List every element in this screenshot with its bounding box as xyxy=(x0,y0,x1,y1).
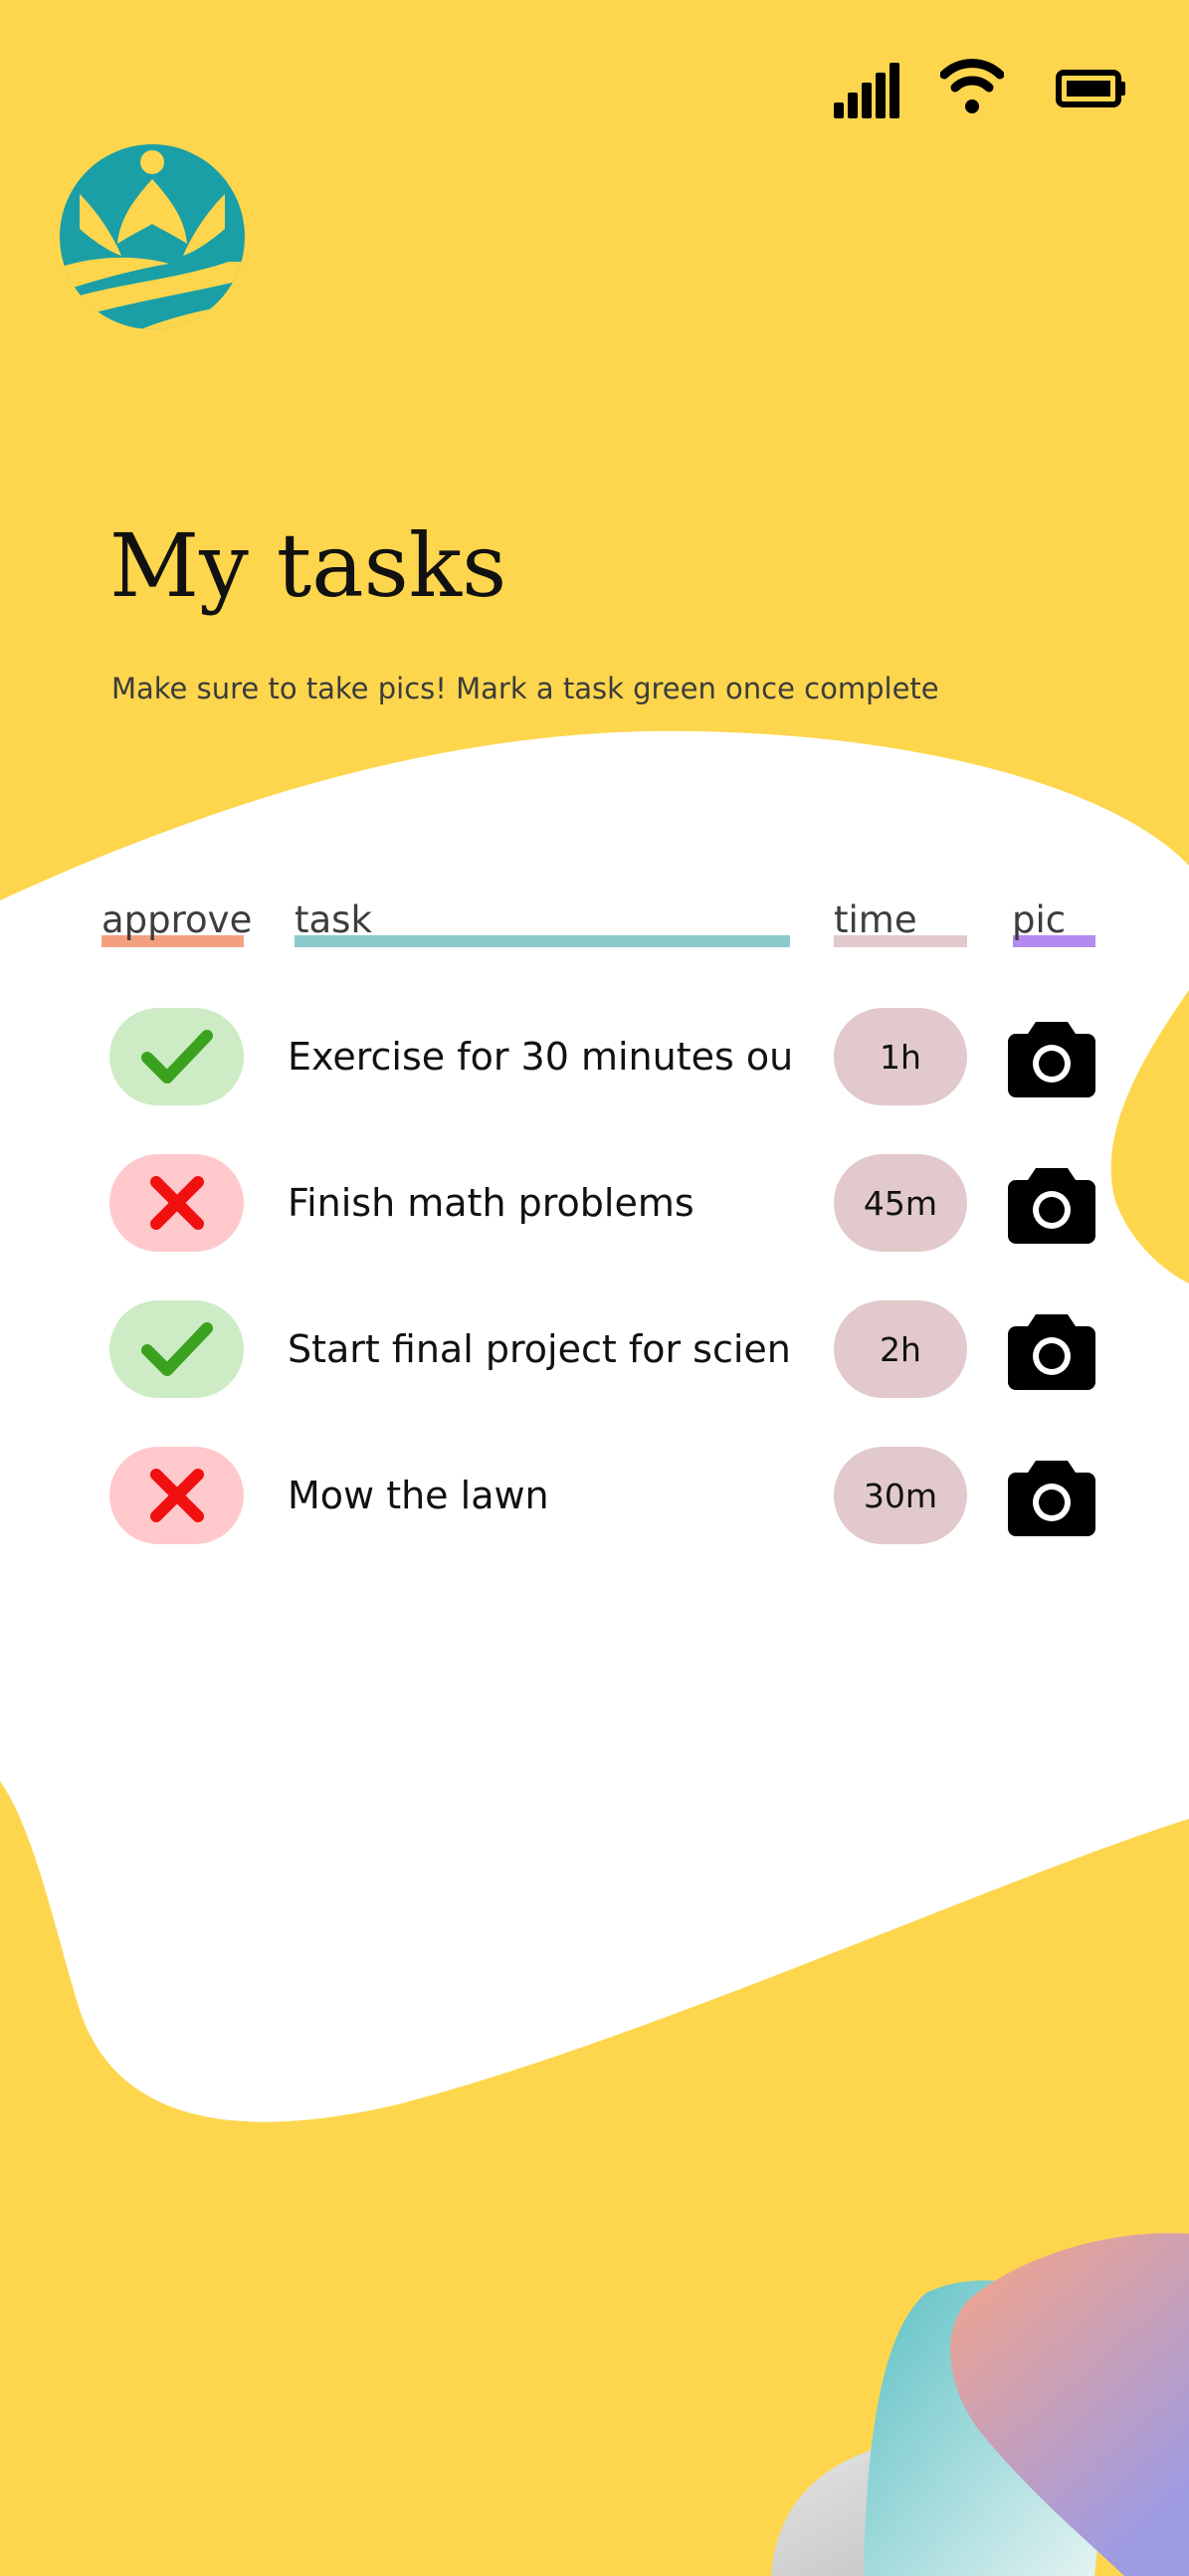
approve-toggle[interactable] xyxy=(109,1300,244,1398)
approve-toggle[interactable] xyxy=(109,1154,244,1252)
cross-icon xyxy=(149,1176,204,1230)
column-header-time: time xyxy=(834,898,917,941)
camera-icon[interactable] xyxy=(1008,1018,1095,1097)
page-subtitle: Make sure to take pics! Mark a task gree… xyxy=(111,672,939,705)
task-title: Start final project for science xyxy=(288,1327,790,1371)
time-badge: 2h xyxy=(834,1300,967,1398)
task-title: Finish math problems xyxy=(288,1181,694,1225)
time-badge: 30m xyxy=(834,1447,967,1544)
page-title: My tasks xyxy=(109,514,507,617)
background-shapes xyxy=(0,730,1189,2576)
battery-icon xyxy=(1056,70,1125,107)
lotus-river-logo xyxy=(60,144,245,329)
signal-icon xyxy=(834,63,899,118)
approve-toggle[interactable] xyxy=(109,1447,244,1544)
wifi-icon xyxy=(940,59,1004,113)
time-badge: 1h xyxy=(834,1008,967,1105)
time-badge: 45m xyxy=(834,1154,967,1252)
column-header-task: task xyxy=(295,898,372,941)
camera-icon[interactable] xyxy=(1008,1457,1095,1536)
check-icon xyxy=(140,1030,213,1084)
status-bar xyxy=(791,55,1189,124)
task-title: Exercise for 30 minutes outside xyxy=(288,1035,790,1079)
cross-icon xyxy=(149,1469,204,1522)
camera-icon[interactable] xyxy=(1008,1310,1095,1390)
task-title: Mow the lawn xyxy=(288,1474,549,1517)
camera-icon[interactable] xyxy=(1008,1164,1095,1244)
column-header-approve: approve xyxy=(101,898,253,941)
column-header-pic: pic xyxy=(1012,898,1067,941)
approve-toggle[interactable] xyxy=(109,1008,244,1105)
check-icon xyxy=(140,1322,213,1376)
